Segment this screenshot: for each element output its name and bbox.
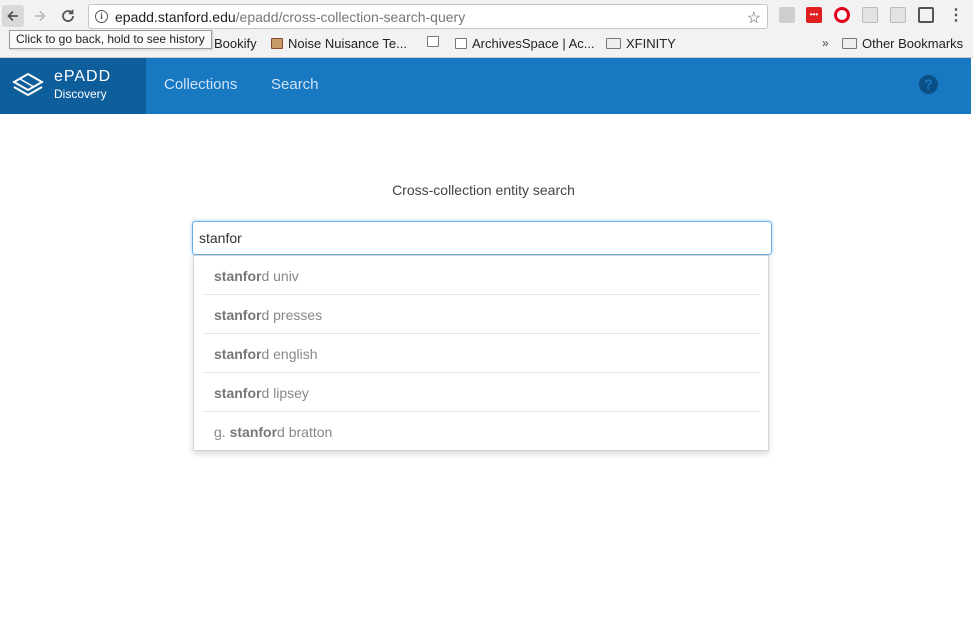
brand[interactable]: ePADD Discovery	[0, 58, 146, 114]
address-bar[interactable]: i epadd.stanford.edu/epadd/cross-collect…	[88, 4, 768, 29]
suggestion-rest: d english	[261, 346, 318, 362]
suggestion-item[interactable]: stanford lipsey	[203, 373, 760, 412]
extension-icon[interactable]	[779, 7, 795, 23]
arrow-left-icon	[7, 10, 18, 22]
bookmark-item[interactable]: XFINITY	[606, 36, 676, 51]
folder-icon	[842, 38, 857, 49]
cast-icon[interactable]	[918, 7, 934, 23]
nav-collections[interactable]: Collections	[164, 76, 237, 93]
url-path: /epadd/cross-collection-search-query	[235, 9, 466, 25]
suggestion-rest: d bratton	[277, 424, 333, 440]
suggestion-rest: d lipsey	[261, 385, 309, 401]
suggestion-item[interactable]: stanford presses	[203, 295, 760, 334]
reload-icon	[62, 9, 74, 22]
help-icon[interactable]: ?	[919, 75, 938, 94]
suggestion-rest: d presses	[261, 307, 323, 323]
lastpass-icon[interactable]: •••	[806, 7, 822, 23]
star-icon[interactable]: ☆	[747, 8, 761, 28]
app-header: ePADD Discovery Collections Search ?	[0, 58, 971, 114]
back-tooltip: Click to go back, hold to see history	[9, 30, 212, 49]
brand-subtitle: Discovery	[54, 87, 107, 101]
crest-icon	[271, 38, 283, 49]
other-bookmarks-label: Other Bookmarks	[862, 36, 964, 51]
bookmark-label: ArchivesSpace | Ac...	[472, 36, 595, 51]
suggestion-match: stanfor	[214, 385, 262, 401]
url-text: epadd.stanford.edu/epadd/cross-collectio…	[115, 9, 465, 25]
suggestion-item[interactable]: stanford english	[203, 334, 760, 373]
suggestion-match: stanfor	[214, 307, 262, 323]
page-title: Cross-collection entity search	[392, 182, 575, 198]
browser-chrome: i epadd.stanford.edu/epadd/cross-collect…	[0, 0, 973, 58]
suggestion-match: stanfor	[214, 346, 262, 362]
folder-icon	[606, 38, 621, 49]
autocomplete-dropdown: stanford univ stanford presses stanford …	[193, 255, 769, 451]
suggestion-match: stanfor	[214, 268, 262, 284]
bookmark-label: XFINITY	[626, 36, 676, 51]
bookmark-item[interactable]	[427, 36, 439, 47]
nav-search[interactable]: Search	[271, 76, 319, 93]
entity-search-input[interactable]	[192, 221, 772, 255]
suggestion-item[interactable]: stanford univ	[203, 256, 760, 295]
brand-name: ePADD	[54, 68, 112, 85]
page-icon	[455, 38, 467, 49]
epadd-logo-icon	[12, 72, 44, 97]
suggestion-match: stanfor	[229, 424, 278, 440]
page-icon	[427, 36, 439, 47]
arrow-right-icon	[35, 10, 46, 22]
bookmark-item[interactable]: ArchivesSpace | Ac...	[455, 36, 595, 51]
info-icon[interactable]: i	[95, 10, 108, 23]
url-host: epadd.stanford.edu	[115, 9, 236, 25]
bookmark-label: Bookify	[214, 36, 257, 51]
forward-button[interactable]	[29, 5, 51, 27]
menu-icon[interactable]: ⋮	[948, 5, 964, 25]
suggestion-prefix: g.	[214, 424, 230, 440]
bookmark-label: Noise Nuisance Te...	[288, 36, 407, 51]
reload-button[interactable]	[57, 5, 79, 27]
bookmark-item[interactable]: Noise Nuisance Te...	[271, 36, 407, 51]
extension-b-icon[interactable]	[890, 7, 906, 23]
back-button[interactable]	[2, 5, 24, 27]
other-bookmarks[interactable]: Other Bookmarks	[842, 36, 963, 51]
suggestion-item[interactable]: g. stanford bratton	[203, 412, 760, 451]
document-icon[interactable]	[862, 7, 878, 23]
more-bookmarks-icon[interactable]: »	[822, 36, 829, 50]
opera-icon[interactable]	[834, 7, 850, 23]
suggestion-rest: d univ	[261, 268, 299, 284]
